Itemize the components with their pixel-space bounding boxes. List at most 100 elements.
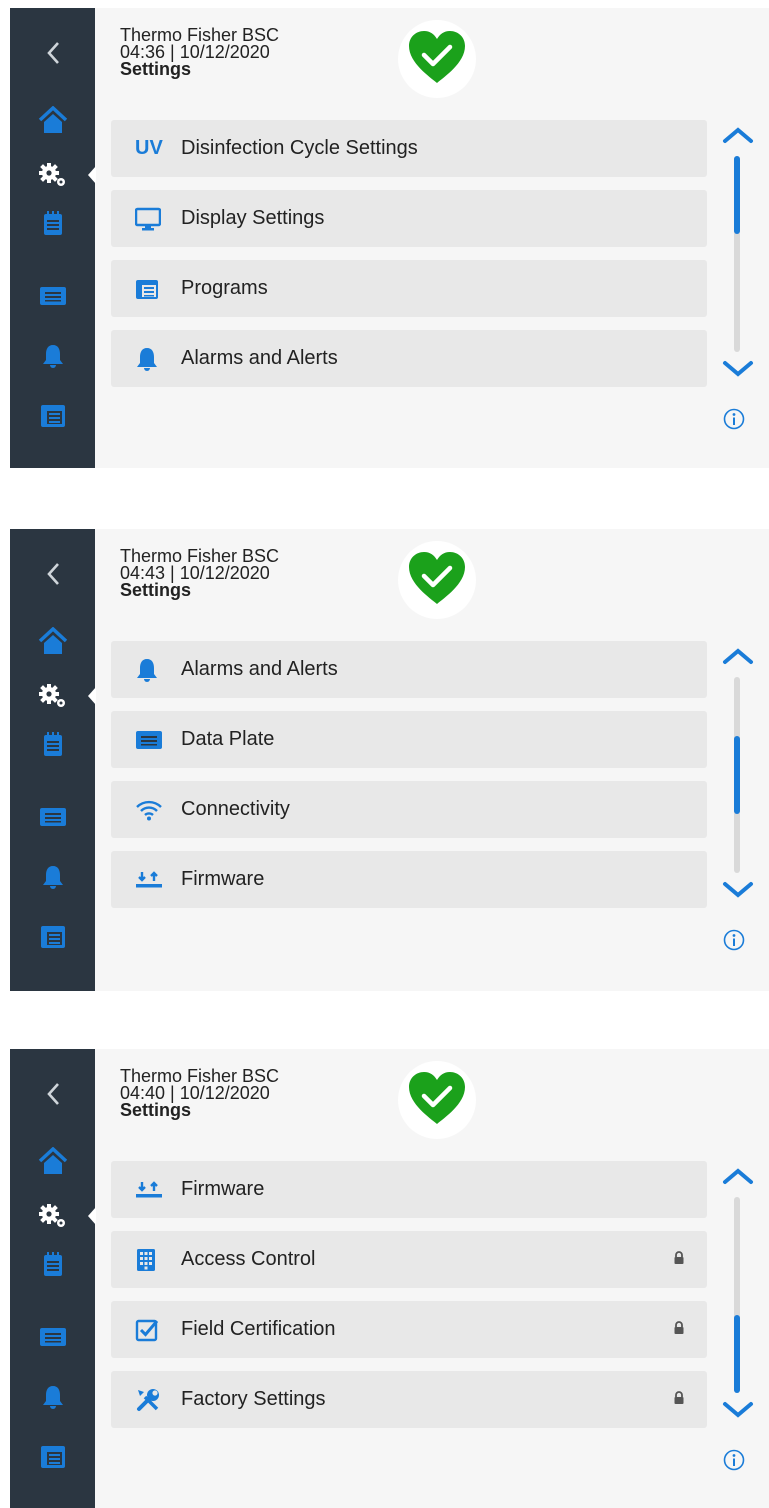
settings-item-alarms-and-alerts[interactable]: Alarms and Alerts bbox=[111, 641, 707, 698]
sidebar-home-button[interactable] bbox=[10, 100, 95, 140]
info-icon bbox=[723, 408, 745, 434]
programs-icon bbox=[42, 731, 64, 757]
sidebar-back-button[interactable] bbox=[10, 554, 95, 594]
sidebar-home-button[interactable] bbox=[10, 621, 95, 661]
sidebar-programs-button[interactable] bbox=[10, 724, 95, 764]
tools-icon bbox=[111, 1387, 181, 1413]
sidebar-home-button[interactable] bbox=[10, 1141, 95, 1181]
info-icon bbox=[723, 929, 745, 955]
bell-icon bbox=[41, 864, 65, 890]
sidebar-programs-button[interactable] bbox=[10, 1244, 95, 1284]
scroll-up-button[interactable] bbox=[722, 647, 754, 670]
sidebar-bell-button[interactable] bbox=[10, 857, 95, 897]
settings-item-label: Factory Settings bbox=[181, 1388, 326, 1410]
programs-icon bbox=[42, 1251, 64, 1277]
sidebar-data-plate-button[interactable] bbox=[10, 1317, 95, 1357]
info-button[interactable] bbox=[723, 1449, 745, 1476]
page-title: Settings bbox=[120, 59, 192, 79]
settings-item-alarms-and-alerts[interactable]: Alarms and Alerts bbox=[111, 330, 707, 387]
bell-icon bbox=[111, 657, 181, 683]
heart-check-icon bbox=[406, 550, 468, 611]
keypad-icon bbox=[111, 1248, 181, 1272]
settings-item-label: Data Plate bbox=[181, 728, 275, 750]
settings-item-firmware[interactable]: Firmware bbox=[111, 1161, 707, 1218]
header: Thermo Fisher BSC 04:43 | 10/12/2020 Setti… bbox=[120, 547, 279, 600]
chevron-down-icon bbox=[722, 882, 754, 903]
settings-item-factory-settings[interactable]: Factory Settings bbox=[111, 1371, 707, 1428]
bell-icon bbox=[41, 1384, 65, 1410]
scroll-up-button[interactable] bbox=[722, 1167, 754, 1190]
page-title: Settings bbox=[120, 1100, 192, 1120]
selected-indicator bbox=[88, 687, 96, 705]
status-heart-button[interactable] bbox=[398, 20, 476, 98]
settings-item-label: Alarms and Alerts bbox=[181, 658, 338, 680]
settings-item-label: Disinfection Cycle Settings bbox=[181, 137, 418, 159]
settings-icon bbox=[38, 1203, 68, 1229]
scroll-down-button[interactable] bbox=[722, 881, 754, 904]
sidebar-settings-button[interactable] bbox=[10, 155, 95, 195]
chevron-up-icon bbox=[722, 648, 754, 669]
chevron-up-icon bbox=[722, 127, 754, 148]
sidebar-data-plate-button[interactable] bbox=[10, 797, 95, 837]
heart-check-icon bbox=[406, 1070, 468, 1131]
heart-check-icon bbox=[406, 29, 468, 90]
header: Thermo Fisher BSC 04:36 | 10/12/2020 Setti… bbox=[120, 26, 279, 79]
info-button[interactable] bbox=[723, 408, 745, 435]
settings-item-display-settings[interactable]: Display Settings bbox=[111, 190, 707, 247]
settings-item-disinfection-cycle-settings[interactable]: UV Disinfection Cycle Settings bbox=[111, 120, 707, 177]
settings-item-label: Firmware bbox=[181, 1178, 265, 1200]
selected-indicator bbox=[88, 1207, 96, 1225]
settings-item-connectivity[interactable]: Connectivity bbox=[111, 781, 707, 838]
selected-indicator bbox=[88, 166, 96, 184]
calendar-icon bbox=[40, 402, 66, 428]
back-icon bbox=[46, 562, 60, 586]
sidebar-back-button[interactable] bbox=[10, 1074, 95, 1114]
sidebar-programs-button[interactable] bbox=[10, 203, 95, 243]
uv-text: UV bbox=[135, 137, 163, 159]
settings-item-label: Alarms and Alerts bbox=[181, 347, 338, 369]
sidebar-data-plate-button[interactable] bbox=[10, 276, 95, 316]
data-plate-icon bbox=[39, 806, 67, 828]
sidebar-back-button[interactable] bbox=[10, 33, 95, 73]
settings-item-access-control[interactable]: Access Control bbox=[111, 1231, 707, 1288]
sidebar-calendar-button[interactable] bbox=[10, 395, 95, 435]
settings-item-firmware[interactable]: Firmware bbox=[111, 851, 707, 908]
programs-icon bbox=[111, 278, 181, 300]
status-heart-button[interactable] bbox=[398, 541, 476, 619]
settings-item-label: Programs bbox=[181, 277, 268, 299]
settings-item-label: Display Settings bbox=[181, 207, 325, 229]
scrollbar-track[interactable] bbox=[734, 677, 740, 873]
lock-icon bbox=[673, 1321, 685, 1340]
info-button[interactable] bbox=[723, 929, 745, 956]
settings-item-data-plate[interactable]: Data Plate bbox=[111, 711, 707, 768]
scrollbar-track[interactable] bbox=[734, 156, 740, 352]
scrollbar-thumb[interactable] bbox=[734, 736, 740, 814]
settings-item-label: Field Certification bbox=[181, 1318, 336, 1340]
settings-item-label: Access Control bbox=[181, 1248, 316, 1270]
scroll-down-button[interactable] bbox=[722, 1401, 754, 1424]
home-icon bbox=[38, 1147, 68, 1175]
sidebar-settings-button[interactable] bbox=[10, 676, 95, 716]
settings-item-label: Connectivity bbox=[181, 798, 290, 820]
sidebar bbox=[10, 529, 96, 991]
scroll-up-button[interactable] bbox=[722, 126, 754, 149]
scrollbar-track[interactable] bbox=[734, 1197, 740, 1393]
status-heart-button[interactable] bbox=[398, 1061, 476, 1139]
calendar-icon bbox=[40, 1443, 66, 1469]
sidebar bbox=[10, 1049, 96, 1508]
home-icon bbox=[38, 627, 68, 655]
sidebar-calendar-button[interactable] bbox=[10, 916, 95, 956]
uv-icon: UV bbox=[111, 137, 181, 160]
page-title: Settings bbox=[120, 580, 192, 600]
sidebar-bell-button[interactable] bbox=[10, 1377, 95, 1417]
chevron-down-icon bbox=[722, 361, 754, 382]
scroll-down-button[interactable] bbox=[722, 360, 754, 383]
scrollbar-thumb[interactable] bbox=[734, 156, 740, 234]
settings-item-programs[interactable]: Programs bbox=[111, 260, 707, 317]
sidebar-calendar-button[interactable] bbox=[10, 1436, 95, 1476]
settings-item-field-certification[interactable]: Field Certification bbox=[111, 1301, 707, 1358]
scrollbar-thumb[interactable] bbox=[734, 1315, 740, 1393]
sidebar-bell-button[interactable] bbox=[10, 336, 95, 376]
sidebar-settings-button[interactable] bbox=[10, 1196, 95, 1236]
back-icon bbox=[46, 41, 60, 65]
